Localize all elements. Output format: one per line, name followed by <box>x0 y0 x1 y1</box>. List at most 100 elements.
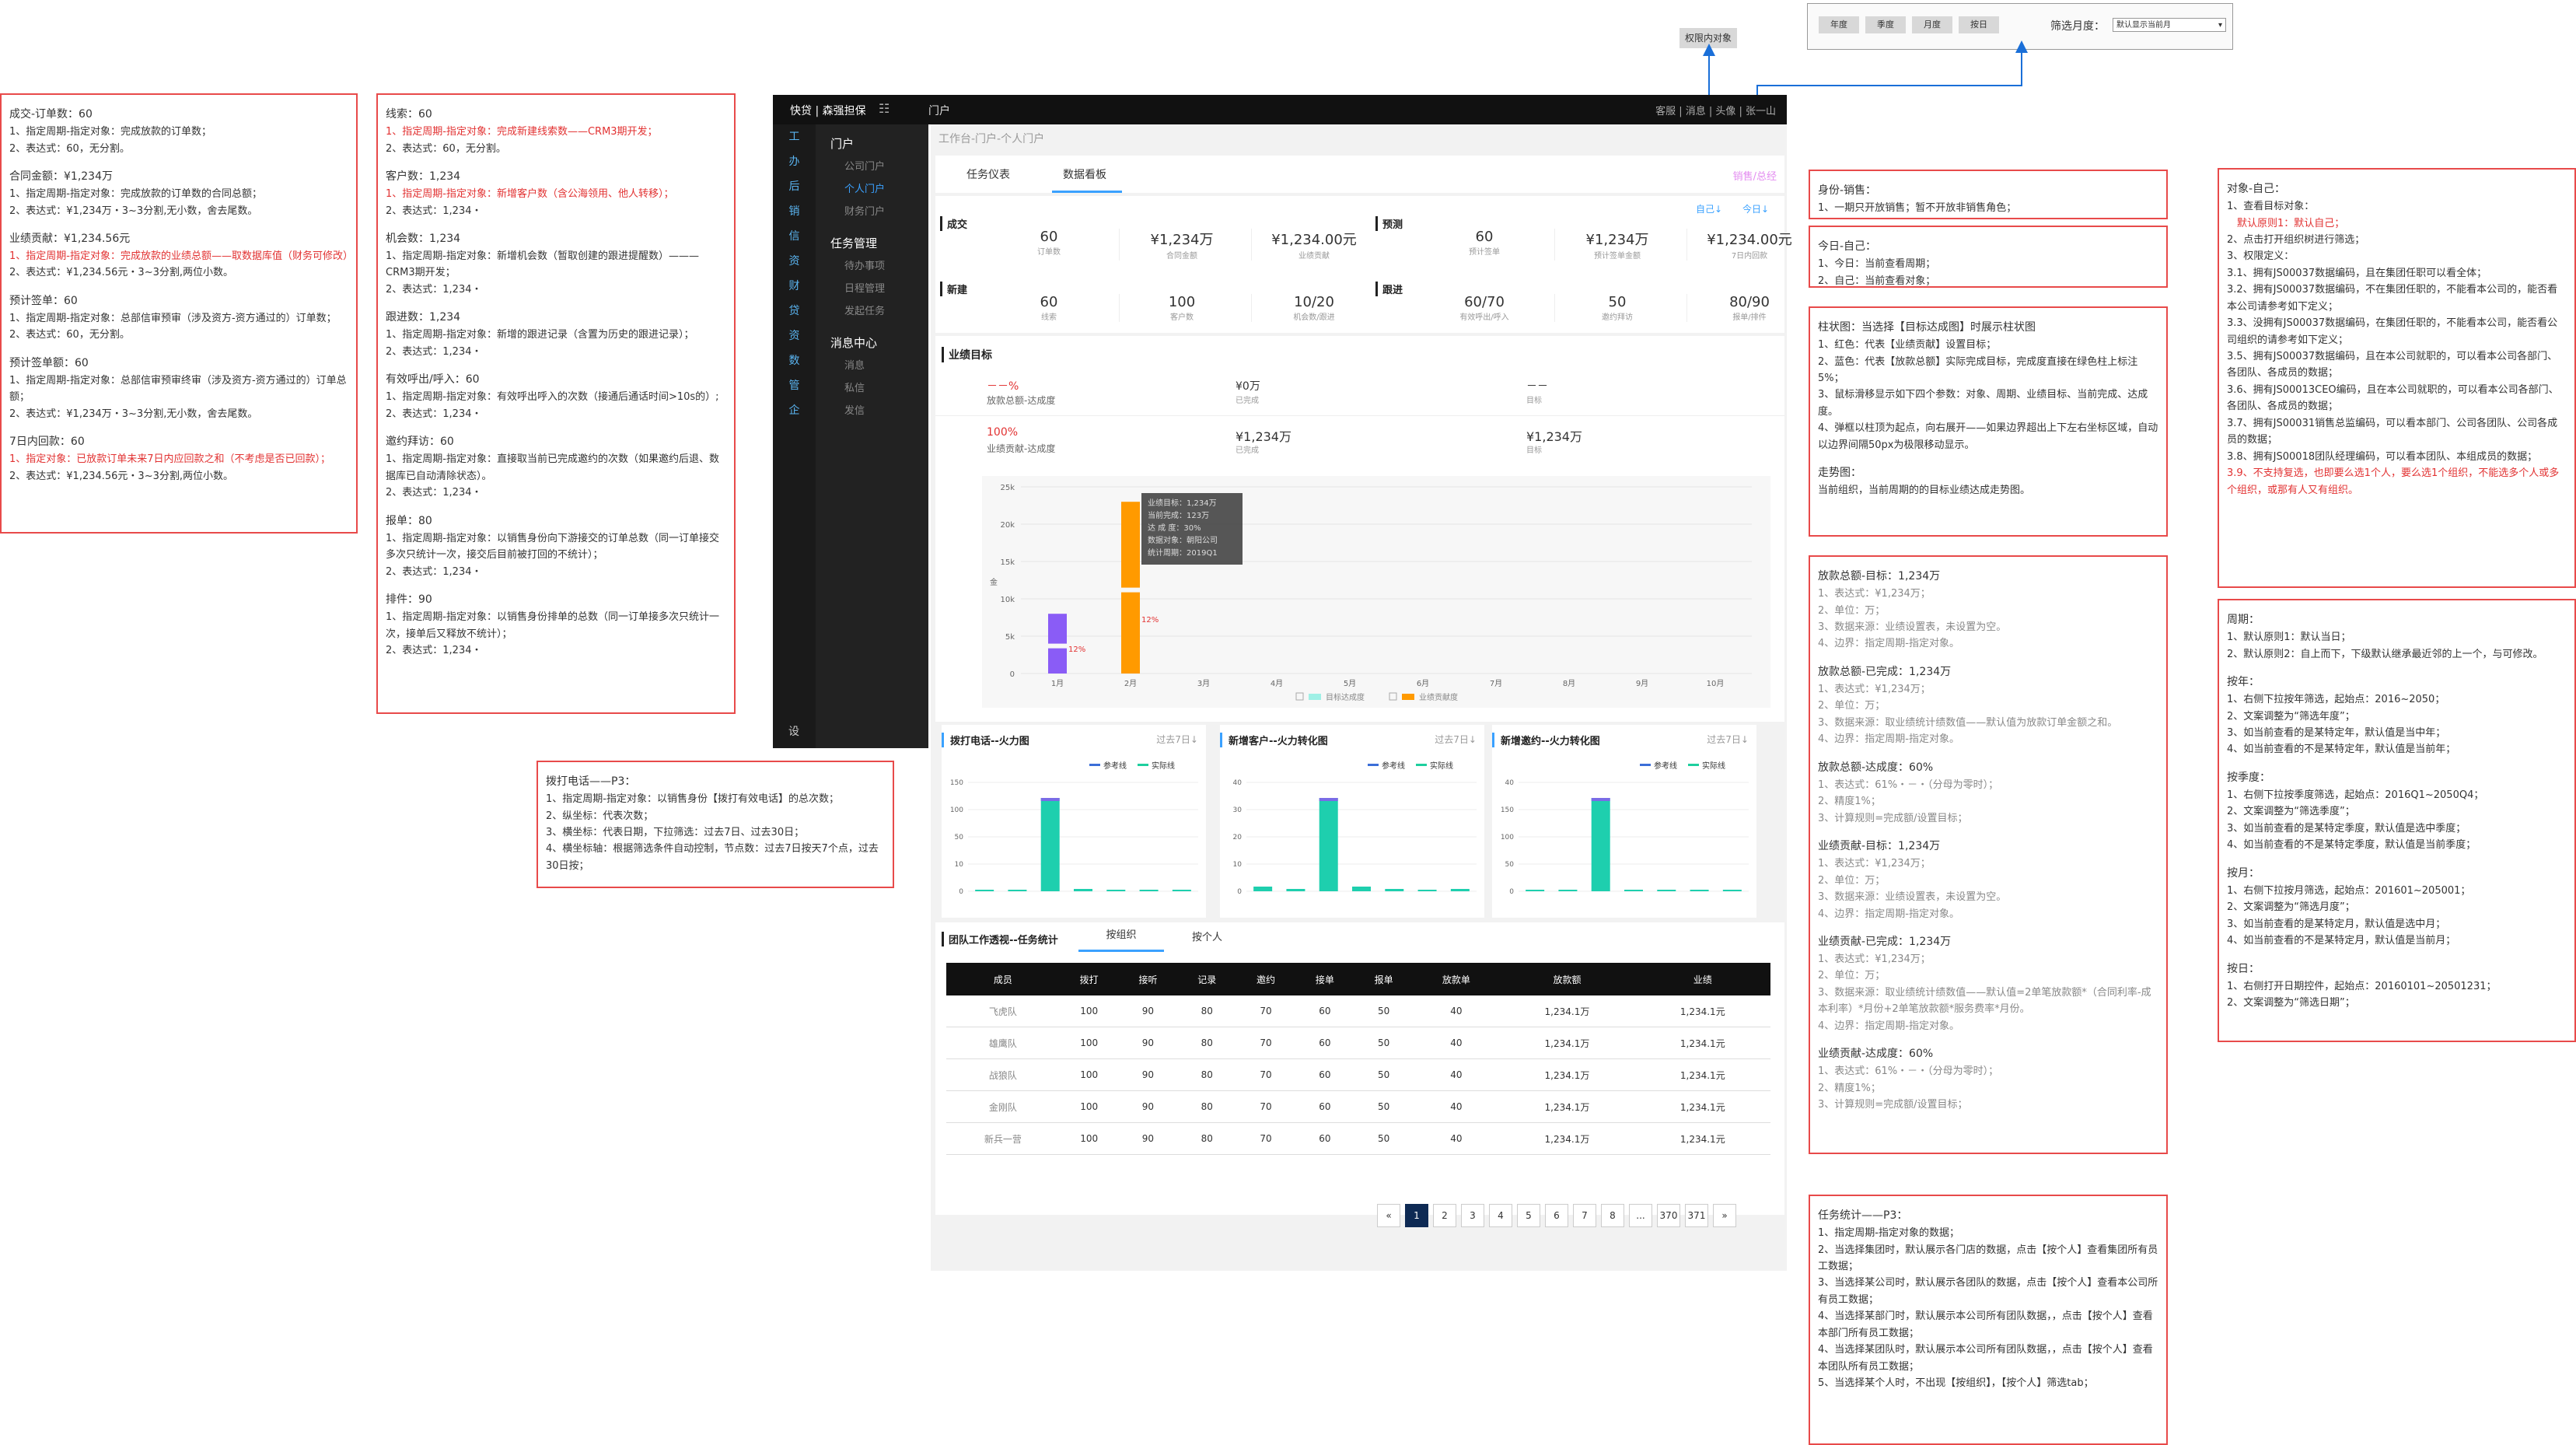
fire-bar[interactable] <box>1526 890 1545 891</box>
bar-performance[interactable] <box>1121 502 1140 674</box>
page-button[interactable]: » <box>1713 1204 1736 1227</box>
legend-swatch <box>1089 764 1100 766</box>
table-cell: 70 <box>1236 1122 1295 1155</box>
period-month-button[interactable]: 月度 <box>1912 16 1952 33</box>
note-line: 2、表达式：1,234・ <box>386 345 482 358</box>
table-row[interactable]: 飞虎队 100 90 80 70 60 50 40 1,234.1万 1,234.1元 <box>946 995 1770 1027</box>
page-button[interactable]: 5 <box>1517 1204 1540 1227</box>
fire-chart-period-select[interactable]: 过去7日↓ <box>1707 733 1749 746</box>
page-button[interactable]: 370 <box>1657 1204 1680 1227</box>
page-button[interactable]: 8 <box>1601 1204 1624 1227</box>
sidebar-item[interactable]: 日程管理 <box>844 280 924 295</box>
fire-bar[interactable] <box>1657 890 1676 891</box>
page-button[interactable]: ... <box>1629 1204 1652 1227</box>
sidebar-group-title[interactable]: 消息中心 <box>830 334 924 351</box>
tab-task-dashboard[interactable]: 任务仪表 <box>966 166 1010 182</box>
fire-bar[interactable] <box>1591 798 1610 891</box>
sidebar-module-2[interactable]: 后 <box>773 174 816 199</box>
sidebar-item[interactable]: 财务门户 <box>844 203 924 218</box>
fire-bar[interactable] <box>1106 890 1126 891</box>
sidebar-item[interactable]: 个人门户 <box>844 180 924 195</box>
sidebar-module-3[interactable]: 销 <box>773 199 816 224</box>
legend-checkbox[interactable] <box>1389 692 1397 701</box>
sidebar-module-11[interactable]: 企 <box>773 398 816 423</box>
page-button[interactable]: 4 <box>1489 1204 1512 1227</box>
sidebar-module-0[interactable]: 工 <box>773 124 816 149</box>
page-button[interactable]: 1 <box>1405 1204 1428 1227</box>
table-row[interactable]: 新兵一营 100 90 80 70 60 50 40 1,234.1万 1,234.1元 <box>946 1122 1770 1155</box>
stat-value: 100 <box>1168 294 1196 310</box>
team-tab-org[interactable]: 按组织 <box>1078 922 1164 952</box>
sidebar-module-7[interactable]: 贷 <box>773 299 816 324</box>
sidebar-module-8[interactable]: 资 <box>773 324 816 348</box>
fire-chart-period-select[interactable]: 过去7日↓ <box>1156 733 1198 746</box>
fire-bar[interactable] <box>1722 890 1742 891</box>
top-nav-portal[interactable]: 门户 <box>928 103 950 118</box>
page-button[interactable]: 371 <box>1685 1204 1708 1227</box>
fire-bar[interactable] <box>1286 889 1305 891</box>
sidebar-item[interactable]: 消息 <box>844 357 924 372</box>
sidebar-module-10[interactable]: 管 <box>773 373 816 398</box>
table-row[interactable]: 战狼队 100 90 80 70 60 50 40 1,234.1万 1,234.1元 <box>946 1058 1770 1091</box>
period-day-button[interactable]: 按日 <box>1959 16 1999 33</box>
fire-bar[interactable] <box>1074 889 1092 891</box>
fire-bar[interactable] <box>1450 889 1470 891</box>
legend-swatch <box>1368 764 1379 766</box>
object-self-selector[interactable]: 自己↓ <box>1696 202 1722 215</box>
note-heading: 对象-自己： <box>2227 183 2286 195</box>
note-heading: 邀约拜访：60 <box>386 436 454 449</box>
sidebar-item[interactable]: 待办事项 <box>844 257 924 272</box>
fire-bar[interactable] <box>1139 890 1159 891</box>
fire-bar[interactable] <box>1172 890 1191 891</box>
sidebar-item[interactable]: 私信 <box>844 380 924 394</box>
sidebar-group-title[interactable]: 任务管理 <box>830 235 924 251</box>
tab-data-board[interactable]: 数据看板 <box>1052 156 1122 193</box>
page-button[interactable]: 7 <box>1573 1204 1596 1227</box>
menu-icon[interactable]: ☷ <box>879 101 890 116</box>
sidebar-item[interactable]: 发信 <box>844 402 924 417</box>
team-tab-person[interactable]: 按个人 <box>1192 929 1222 943</box>
fire-bar[interactable] <box>1417 890 1437 891</box>
y-tick-label: 10 <box>955 861 964 869</box>
table-row[interactable]: 雄鹰队 100 90 80 70 60 50 40 1,234.1万 1,234.1元 <box>946 1027 1770 1059</box>
fire-bar[interactable] <box>1558 890 1578 891</box>
sidebar-module-6[interactable]: 财 <box>773 274 816 299</box>
sidebar-settings[interactable]: 设 <box>788 723 799 739</box>
role-selector[interactable]: 销售/总经 <box>1733 168 1777 183</box>
fire-bar[interactable] <box>1040 798 1060 891</box>
fire-bar[interactable] <box>1319 798 1338 891</box>
fire-bar[interactable] <box>1385 889 1404 891</box>
bar-target[interactable] <box>1048 614 1067 674</box>
sidebar-module-4[interactable]: 信 <box>773 224 816 249</box>
period-today-selector[interactable]: 今日↓ <box>1742 202 1769 215</box>
fire-bar[interactable] <box>1624 890 1643 891</box>
fire-bar[interactable] <box>1253 887 1273 891</box>
sidebar-item[interactable]: 公司门户 <box>844 158 924 173</box>
sidebar-item[interactable]: 发起任务 <box>844 303 924 317</box>
fire-bar[interactable] <box>1008 890 1027 891</box>
period-quarter-button[interactable]: 季度 <box>1865 16 1906 33</box>
stat-item: 60 线索 <box>987 294 1111 322</box>
fire-bar[interactable] <box>975 890 994 891</box>
period-year-button[interactable]: 年度 <box>1819 16 1859 33</box>
page-button[interactable]: 3 <box>1461 1204 1484 1227</box>
page-button[interactable]: 2 <box>1433 1204 1456 1227</box>
top-right-links[interactable]: 客服 | 消息 | 头像 | 张一山 <box>1655 103 1776 117</box>
note-line: 1、指定周期-指定对象：新增客户数（含公海领用、他人转移）； <box>386 188 674 201</box>
note-target-metrics: 放款总额-目标：1,234万 1、表达式：¥1,234万； 2、单位：万； 3、数据来… <box>1809 555 2168 1154</box>
sidebar-module-5[interactable]: 资 <box>773 249 816 274</box>
page-button[interactable]: « <box>1377 1204 1400 1227</box>
sidebar-module-9[interactable]: 数 <box>773 348 816 373</box>
table-cell: 90 <box>1118 1122 1178 1155</box>
sidebar-group-title[interactable]: 门户 <box>830 135 924 152</box>
fire-bar[interactable] <box>1352 887 1371 891</box>
note-line: 3.5、拥有JS00037数据编码，且在本公司就职的，可以看本公司各部门、各团队… <box>2227 351 2558 380</box>
fire-bar[interactable] <box>1690 890 1709 891</box>
filter-month-select[interactable]: 默认显示当前月 ▾ <box>2113 18 2226 32</box>
legend-checkbox[interactable] <box>1295 692 1304 701</box>
page-button[interactable]: 6 <box>1545 1204 1568 1227</box>
sidebar-module-1[interactable]: 办 <box>773 149 816 174</box>
table-cell: 80 <box>1177 1027 1237 1059</box>
fire-chart-period-select[interactable]: 过去7日↓ <box>1435 733 1477 746</box>
table-row[interactable]: 金刚队 100 90 80 70 60 50 40 1,234.1万 1,234.1元 <box>946 1090 1770 1123</box>
